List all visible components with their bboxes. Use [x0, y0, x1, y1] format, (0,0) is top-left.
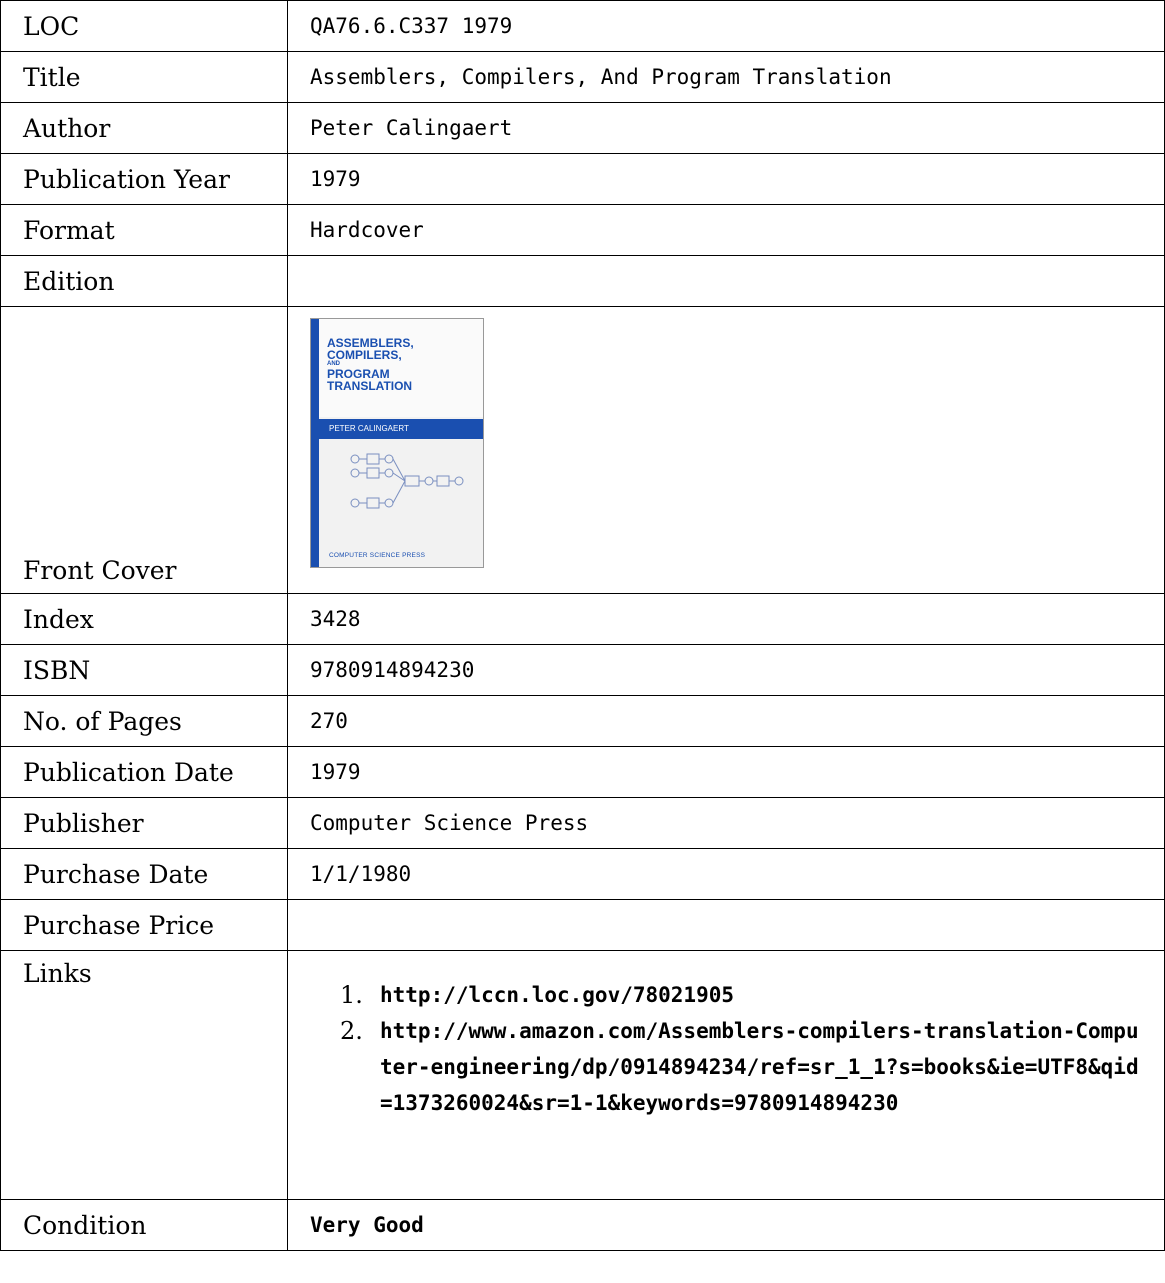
condition-value: Very Good [287, 1199, 1165, 1251]
purchase-price-label: Purchase Price [0, 899, 288, 951]
pages-label: No. of Pages [0, 695, 288, 747]
isbn-value: 9780914894230 [287, 644, 1165, 696]
edition-label: Edition [0, 255, 288, 307]
row-links: Links http://lccn.loc.gov/78021905 http:… [0, 950, 1165, 1200]
row-loc: LOC QA76.6.C337 1979 [0, 0, 1165, 52]
cover-title-line: TRANSLATION [327, 379, 413, 393]
row-format: Format Hardcover [0, 204, 1165, 256]
row-purchase-price: Purchase Price [0, 899, 1165, 951]
publisher-label: Publisher [0, 797, 288, 849]
title-value: Assemblers, Compilers, And Program Trans… [287, 51, 1165, 103]
row-purchase-date: Purchase Date 1/1/1980 [0, 848, 1165, 900]
author-label: Author [0, 102, 288, 154]
row-title: Title Assemblers, Compilers, And Program… [0, 51, 1165, 103]
row-edition: Edition [0, 255, 1165, 307]
row-publisher: Publisher Computer Science Press [0, 797, 1165, 849]
row-condition: Condition Very Good [0, 1199, 1165, 1251]
purchase-date-value: 1/1/1980 [287, 848, 1165, 900]
cover-title: ASSEMBLERS, COMPILERS, AND PROGRAM TRANS… [327, 337, 414, 392]
row-publication-year: Publication Year 1979 [0, 153, 1165, 205]
row-index: Index 3428 [0, 593, 1165, 645]
front-cover-cell: ASSEMBLERS, COMPILERS, AND PROGRAM TRANS… [287, 306, 1165, 594]
book-record-table: LOC QA76.6.C337 1979 Title Assemblers, C… [0, 0, 1165, 1251]
cover-publisher: COMPUTER SCIENCE PRESS [329, 552, 426, 559]
links-label: Links [0, 950, 288, 1200]
format-label: Format [0, 204, 288, 256]
row-isbn: ISBN 9780914894230 [0, 644, 1165, 696]
publication-date-value: 1979 [287, 746, 1165, 798]
row-author: Author Peter Calingaert [0, 102, 1165, 154]
links-cell: http://lccn.loc.gov/78021905 http://www.… [287, 950, 1165, 1200]
purchase-date-label: Purchase Date [0, 848, 288, 900]
cover-diagram-icon [350, 453, 464, 509]
publication-year-label: Publication Year [0, 153, 288, 205]
index-value: 3428 [287, 593, 1165, 645]
link-item[interactable]: http://lccn.loc.gov/78021905 [340, 977, 1164, 1013]
condition-label: Condition [0, 1199, 288, 1251]
loc-label: LOC [0, 0, 288, 52]
isbn-label: ISBN [0, 644, 288, 696]
cover-spine [311, 319, 319, 567]
publication-year-value: 1979 [287, 153, 1165, 205]
edition-value [287, 255, 1165, 307]
row-front-cover: Front Cover ASSEMBLERS, COMPILERS, AND P… [0, 306, 1165, 594]
publisher-value: Computer Science Press [287, 797, 1165, 849]
cover-author: PETER CALINGAERT [319, 419, 483, 439]
loc-value: QA76.6.C337 1979 [287, 0, 1165, 52]
publication-date-label: Publication Date [0, 746, 288, 798]
purchase-price-value [287, 899, 1165, 951]
front-cover-label: Front Cover [0, 306, 288, 594]
row-pages: No. of Pages 270 [0, 695, 1165, 747]
front-cover-image[interactable]: ASSEMBLERS, COMPILERS, AND PROGRAM TRANS… [310, 318, 484, 568]
format-value: Hardcover [287, 204, 1165, 256]
links-list: http://lccn.loc.gov/78021905 http://www.… [310, 977, 1164, 1121]
pages-value: 270 [287, 695, 1165, 747]
author-value: Peter Calingaert [287, 102, 1165, 154]
title-label: Title [0, 51, 288, 103]
link-item[interactable]: http://www.amazon.com/Assemblers-compile… [340, 1013, 1164, 1121]
cover-title-line: COMPILERS, [327, 348, 402, 362]
index-label: Index [0, 593, 288, 645]
row-publication-date: Publication Date 1979 [0, 746, 1165, 798]
